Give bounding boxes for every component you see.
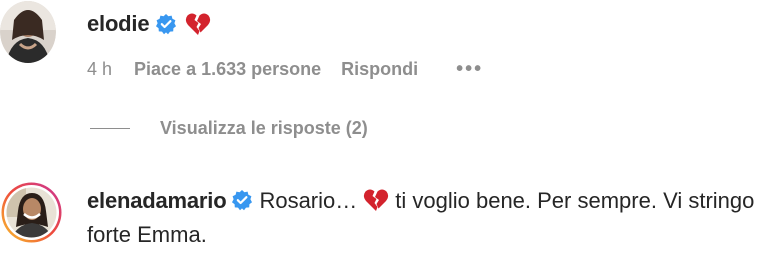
likes-count-link[interactable]: Piace a 1.633 persone (134, 59, 321, 80)
broken-heart-icon (363, 188, 389, 212)
comment-timestamp[interactable]: 4 h (87, 59, 112, 80)
comment-text-start: Rosario… (259, 188, 358, 213)
comment-header: elodie (87, 11, 211, 37)
view-replies-button[interactable]: Visualizza le risposte (2) (90, 118, 368, 139)
avatar-elodie[interactable] (0, 0, 56, 64)
username-link[interactable]: elenadamario (87, 188, 227, 213)
username-link[interactable]: elodie (87, 11, 150, 37)
avatar-elenadamario[interactable] (0, 181, 63, 244)
verified-badge-icon (231, 189, 253, 211)
verified-badge-icon (155, 13, 177, 35)
comment-body: elenadamario Rosario… ti voglio bene. Pe… (87, 184, 759, 252)
reply-button[interactable]: Rispondi (341, 59, 418, 80)
comment-meta-row: 4 h Piace a 1.633 persone Rispondi ••• (87, 58, 483, 81)
replies-divider-line (90, 128, 130, 129)
broken-heart-icon (185, 12, 211, 36)
more-options-icon[interactable]: ••• (456, 58, 483, 81)
view-replies-label[interactable]: Visualizza le risposte (2) (160, 118, 368, 139)
